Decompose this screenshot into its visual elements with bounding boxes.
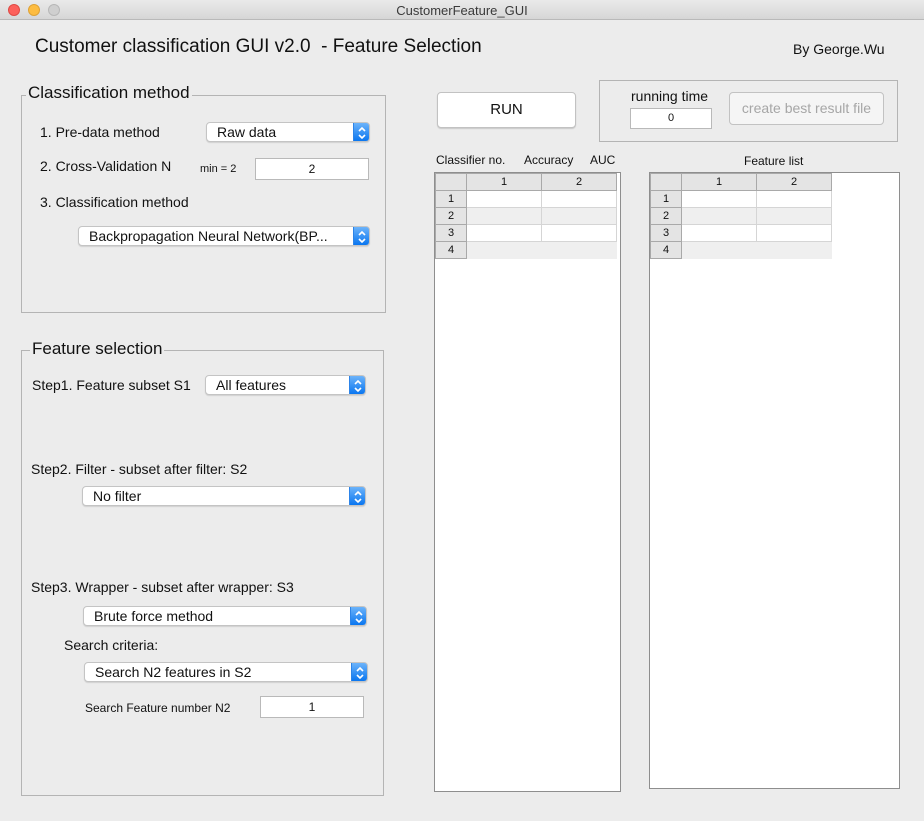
row-header: 4 [435, 241, 467, 259]
results-table[interactable]: 1 2 1 2 3 4 [434, 172, 621, 792]
window-title: CustomerFeature_GUI [396, 3, 528, 18]
feature-subset-value: All features [216, 377, 287, 393]
feature-selection-panel [21, 350, 384, 796]
table-row: 2 [435, 207, 617, 225]
run-button[interactable]: RUN [437, 92, 576, 128]
title-bar: CustomerFeature_GUI [0, 0, 924, 20]
search-criteria-dropdown[interactable]: Search N2 features in S2 [84, 662, 368, 682]
feature-subset-dropdown[interactable]: All features [205, 375, 366, 395]
corner-cell [435, 173, 467, 191]
n2-label: Search Feature number N2 [85, 701, 231, 715]
table-cell[interactable] [756, 241, 832, 259]
chevron-updown-icon [353, 227, 369, 245]
page-title: Customer classification GUI v2.0 - Featu… [35, 36, 482, 57]
accuracy-header: Accuracy [524, 153, 574, 167]
column-header: 2 [756, 173, 832, 191]
filter-value: No filter [93, 488, 142, 504]
feature-selection-panel-title: Feature selection [30, 339, 165, 359]
corner-cell [650, 173, 682, 191]
table-cell[interactable] [466, 224, 542, 242]
row-header: 1 [435, 190, 467, 208]
classification-method-value: Backpropagation Neural Network(BP... [89, 228, 328, 244]
row-header: 3 [435, 224, 467, 242]
create-best-result-file-button[interactable]: create best result file [729, 92, 884, 125]
chevron-updown-icon [349, 487, 365, 505]
feature-list-table[interactable]: 1 2 1 2 3 4 [649, 172, 900, 789]
classifier-no-header: Classifier no. [436, 153, 506, 167]
table-cell[interactable] [681, 190, 757, 208]
row-header: 2 [435, 207, 467, 225]
column-header: 1 [466, 173, 542, 191]
table-cell[interactable] [681, 207, 757, 225]
running-time-field: 0 [630, 108, 712, 129]
row-header: 3 [650, 224, 682, 242]
row-header: 2 [650, 207, 682, 225]
chevron-updown-icon [350, 607, 366, 625]
search-criteria-label: Search criteria: [64, 637, 159, 653]
table-row: 4 [435, 241, 617, 259]
chevron-updown-icon [353, 123, 369, 141]
feature-list-header: Feature list [744, 154, 804, 168]
auc-header: AUC [590, 153, 616, 167]
feature-list-grid: 1 2 1 2 3 4 [650, 173, 832, 259]
table-cell[interactable] [541, 190, 617, 208]
table-row: 2 [650, 207, 832, 225]
chevron-updown-icon [351, 663, 367, 681]
cv-n-input[interactable]: 2 [255, 158, 369, 180]
table-cell[interactable] [541, 224, 617, 242]
table-cell[interactable] [466, 190, 542, 208]
cv-hint: min = 2 [200, 163, 237, 175]
table-cell[interactable] [541, 241, 617, 259]
method-label: 3. Classification method [40, 194, 189, 210]
wrapper-value: Brute force method [94, 608, 214, 624]
column-header: 2 [541, 173, 617, 191]
pre-data-label: 1. Pre-data method [40, 124, 160, 140]
filter-dropdown[interactable]: No filter [82, 486, 366, 506]
table-cell[interactable] [681, 224, 757, 242]
classification-method-dropdown[interactable]: Backpropagation Neural Network(BP... [78, 226, 370, 246]
table-row: 4 [650, 241, 832, 259]
cv-label: 2. Cross-Validation N [40, 158, 172, 174]
table-row: 1 [650, 190, 832, 208]
running-time-label: running time [631, 88, 709, 104]
wrapper-dropdown[interactable]: Brute force method [83, 606, 367, 626]
author-label: By George.Wu [793, 41, 885, 57]
n2-input[interactable]: 1 [260, 696, 364, 718]
table-cell[interactable] [756, 207, 832, 225]
row-header: 4 [650, 241, 682, 259]
chevron-updown-icon [349, 376, 365, 394]
row-header: 1 [650, 190, 682, 208]
table-row: 3 [435, 224, 617, 242]
step1-label: Step1. Feature subset S1 [32, 377, 191, 393]
table-cell[interactable] [466, 241, 542, 259]
table-cell[interactable] [541, 207, 617, 225]
search-criteria-value: Search N2 features in S2 [95, 664, 252, 680]
table-cell[interactable] [756, 190, 832, 208]
results-grid: 1 2 1 2 3 4 [435, 173, 617, 259]
column-header: 1 [681, 173, 757, 191]
table-row: 3 [650, 224, 832, 242]
pre-data-value: Raw data [217, 124, 277, 140]
table-cell[interactable] [681, 241, 757, 259]
table-cell[interactable] [466, 207, 542, 225]
classification-panel-title: Classification method [26, 83, 192, 103]
app-window: CustomerFeature_GUI Customer classificat… [0, 0, 924, 821]
pre-data-dropdown[interactable]: Raw data [206, 122, 370, 142]
step2-label: Step2. Filter - subset after filter: S2 [31, 461, 248, 477]
table-cell[interactable] [756, 224, 832, 242]
table-row: 1 [435, 190, 617, 208]
step3-label: Step3. Wrapper - subset after wrapper: S… [31, 579, 294, 595]
